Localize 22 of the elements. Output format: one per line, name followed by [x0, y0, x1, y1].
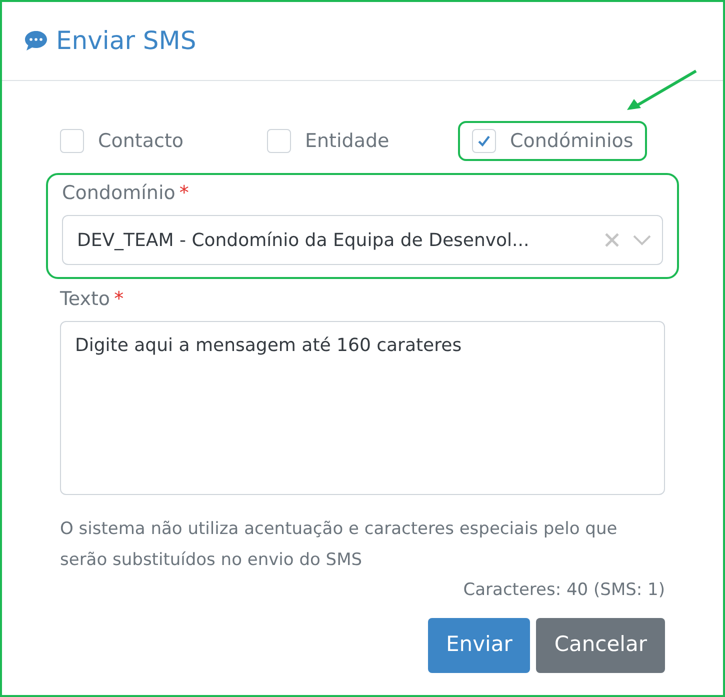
- checkbox[interactable]: [60, 129, 84, 153]
- checkbox-label: Condóminios: [510, 128, 634, 154]
- message-field[interactable]: Digite aqui a mensagem até 160 carateres: [60, 321, 665, 495]
- field-label: Condomínio: [62, 181, 176, 206]
- checkbox[interactable]: [267, 129, 291, 153]
- character-counter: Caracteres: 40 (SMS: 1): [463, 579, 665, 602]
- check-icon: [477, 134, 491, 148]
- modal-title: Enviar SMS: [56, 25, 196, 58]
- field-label: Texto: [60, 287, 110, 312]
- select-value: DEV_TEAM - Condomínio da Equipa de Desenvol...: [77, 228, 530, 252]
- condominio-select[interactable]: DEV_TEAM - Condomínio da Equipa de Desenvol...: [62, 215, 663, 265]
- required-mark: *: [179, 181, 189, 206]
- cancel-button[interactable]: Cancelar: [536, 618, 665, 672]
- clear-icon[interactable]: [604, 232, 620, 248]
- notice-text: O sistema não utiliza acentuação e caracteres especiais pelo que serão substituídos no envio do SMS: [60, 518, 618, 572]
- checkbox-label: Contacto: [98, 128, 184, 154]
- checkbox-label: Entidade: [305, 128, 390, 154]
- send-button[interactable]: Enviar: [428, 618, 530, 672]
- required-mark: *: [114, 287, 124, 312]
- chat-bubble-icon: [24, 30, 48, 52]
- checkbox[interactable]: [472, 129, 496, 153]
- chevron-down-icon[interactable]: [632, 234, 652, 246]
